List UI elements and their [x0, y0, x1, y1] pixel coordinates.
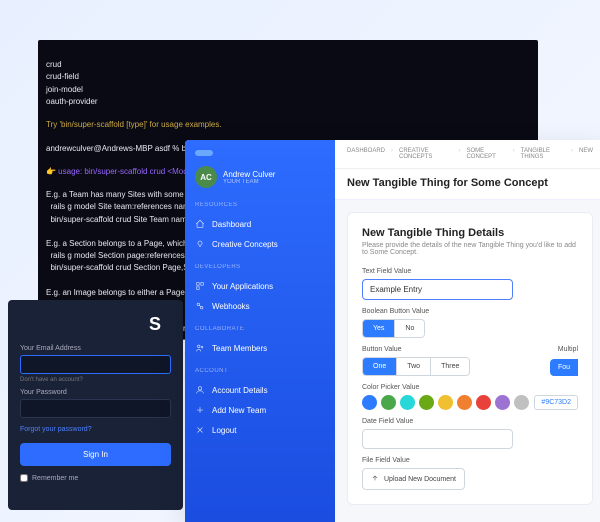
- page-title: New Tangible Thing for Some Concept: [335, 169, 600, 200]
- form-card: New Tangible Thing Details Please provid…: [347, 212, 593, 505]
- btn-two[interactable]: Two: [397, 358, 431, 375]
- sidebar-item-dashboard[interactable]: Dashboard: [195, 214, 325, 234]
- terminal-commands: crud crud-field join-model oauth-provide…: [46, 60, 98, 106]
- home-icon: [195, 219, 205, 229]
- hex-input[interactable]: #9C73D2: [534, 395, 578, 410]
- card-title: New Tangible Thing Details: [362, 227, 578, 239]
- upload-icon: [371, 474, 379, 484]
- crumb-things[interactable]: TANGIBLE THINGS: [521, 148, 565, 160]
- app-logo: [195, 150, 325, 156]
- upload-button[interactable]: Upload New Document: [362, 468, 465, 490]
- password-field[interactable]: [20, 399, 171, 418]
- user-icon: [195, 385, 205, 395]
- sidebar-item-account[interactable]: Account Details: [195, 380, 325, 400]
- terminal-try: Try 'bin/super-scaffold [type]' for usag…: [46, 120, 222, 129]
- sidebar-item-logout[interactable]: Logout: [195, 420, 325, 440]
- date-label: Date Field Value: [362, 418, 578, 425]
- section-developers: DEVELOPERS: [195, 264, 325, 270]
- sidebar-item-team[interactable]: Team Members: [195, 338, 325, 358]
- main-content: DASHBOARD› CREATIVE CONCEPTS› SOME CONCE…: [335, 140, 600, 522]
- text-field-input[interactable]: [362, 279, 513, 300]
- swatch-yellow[interactable]: [438, 395, 453, 410]
- btn-one[interactable]: One: [363, 358, 397, 375]
- remember-checkbox[interactable]: [20, 474, 28, 482]
- apps-icon: [195, 281, 205, 291]
- card-subtitle: Please provide the details of the new Ta…: [362, 242, 578, 256]
- sidebar-item-concepts[interactable]: Creative Concepts: [195, 234, 325, 254]
- upload-label: Upload New Document: [384, 476, 456, 483]
- btn-group: One Two Three: [362, 357, 470, 376]
- btn-label: Button Value: [362, 346, 470, 353]
- remember-row[interactable]: Remember me: [20, 474, 171, 482]
- remember-label: Remember me: [32, 475, 78, 482]
- swatch-red[interactable]: [476, 395, 491, 410]
- file-label: File Field Value: [362, 457, 578, 464]
- password-label: Your Password: [20, 389, 171, 396]
- swatch-gray[interactable]: [514, 395, 529, 410]
- section-collaborate: COLLABORATE: [195, 326, 325, 332]
- swatch-orange[interactable]: [457, 395, 472, 410]
- swatch-green[interactable]: [381, 395, 396, 410]
- date-input[interactable]: [362, 429, 513, 449]
- multi-button[interactable]: Fou: [550, 359, 578, 376]
- swatch-blue[interactable]: [362, 395, 377, 410]
- user-team: YOUR TEAM: [223, 179, 275, 185]
- avatar: AC: [195, 166, 217, 188]
- swatch-purple[interactable]: [495, 395, 510, 410]
- bool-label: Boolean Button Value: [362, 308, 578, 315]
- crumb-concepts[interactable]: CREATIVE CONCEPTS: [399, 148, 452, 160]
- text-field-label: Text Field Value: [362, 268, 578, 275]
- forgot-link[interactable]: Forgot your password?: [20, 426, 171, 433]
- sidebar-item-webhooks[interactable]: Webhooks: [195, 296, 325, 316]
- breadcrumb: DASHBOARD› CREATIVE CONCEPTS› SOME CONCE…: [335, 140, 600, 169]
- logout-icon: [195, 425, 205, 435]
- bulb-icon: [195, 239, 205, 249]
- email-field[interactable]: [20, 355, 171, 374]
- app-window: AC Andrew Culver YOUR TEAM RESOURCES Das…: [185, 140, 600, 522]
- color-label: Color Picker Value: [362, 384, 578, 391]
- crumb-new[interactable]: NEW: [579, 148, 593, 160]
- login-panel: S Your Email Address Don't have an accou…: [8, 300, 183, 510]
- btn-three[interactable]: Three: [431, 358, 469, 375]
- crumb-concept[interactable]: SOME CONCEPT: [466, 148, 506, 160]
- section-account: ACCOUNT: [195, 368, 325, 374]
- section-resources: RESOURCES: [195, 202, 325, 208]
- swatch-teal[interactable]: [400, 395, 415, 410]
- signup-hint[interactable]: Don't have an account?: [20, 377, 171, 383]
- bool-group: Yes No: [362, 319, 425, 338]
- plus-icon: [195, 405, 205, 415]
- team-icon: [195, 343, 205, 353]
- swatch-lime[interactable]: [419, 395, 434, 410]
- sidebar-item-apps[interactable]: Your Applications: [195, 276, 325, 296]
- webhook-icon: [195, 301, 205, 311]
- color-row: #9C73D2: [362, 395, 578, 410]
- multi-label: Multipl: [550, 346, 578, 353]
- sidebar-item-add-team[interactable]: Add New Team: [195, 400, 325, 420]
- bool-no[interactable]: No: [395, 320, 424, 337]
- email-label: Your Email Address: [20, 345, 171, 352]
- user-block[interactable]: AC Andrew Culver YOUR TEAM: [195, 166, 325, 188]
- sidebar: AC Andrew Culver YOUR TEAM RESOURCES Das…: [185, 140, 335, 522]
- login-logo: S: [20, 314, 171, 335]
- bool-yes[interactable]: Yes: [363, 320, 395, 337]
- signin-button[interactable]: Sign In: [20, 443, 171, 466]
- user-name: Andrew Culver: [223, 170, 275, 179]
- crumb-dashboard[interactable]: DASHBOARD: [347, 148, 385, 160]
